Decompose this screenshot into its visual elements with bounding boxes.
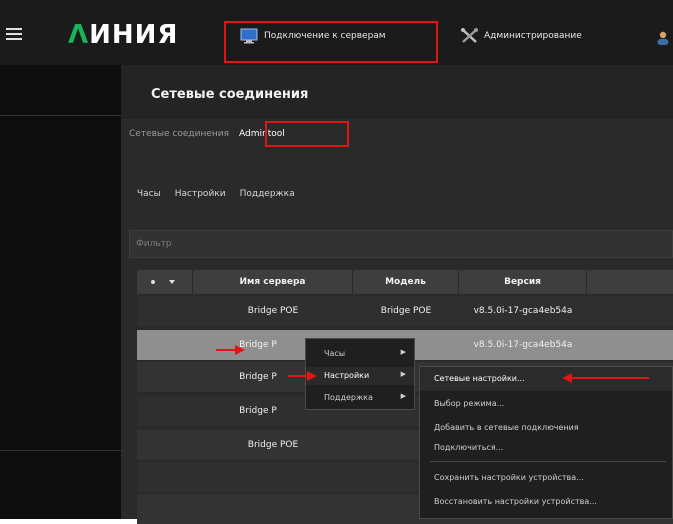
menu-settings[interactable]: Настройки [175, 189, 226, 199]
submenu-item-mode-select[interactable]: Выбор режима... [420, 393, 672, 413]
column-extra [587, 270, 673, 294]
submenu-arrow-icon: ▶ [400, 370, 406, 378]
top-bar: ΛИНИЯ Подключение к серверам Администрир… [0, 0, 673, 65]
tab-administration[interactable]: Администрирование [460, 26, 582, 46]
cell-server-name: Bridge POE [247, 440, 299, 450]
cell-version: v8.5.0i-17-gca4eb54a [473, 306, 573, 316]
cell-server-name: Bridge P [239, 340, 277, 350]
context-item-clock[interactable]: Часы ▶ [306, 345, 414, 363]
column-server-name[interactable]: Имя сервера [193, 270, 353, 294]
column-version[interactable]: Версия [459, 270, 587, 294]
subtab-bar: Сетевые соединения Admintool [129, 129, 285, 139]
user-icon[interactable] [656, 30, 670, 45]
highlight-box-connect [224, 21, 438, 63]
table-header: Имя сервера Модель Версия [137, 270, 673, 294]
menu-support[interactable]: Поддержка [240, 189, 295, 199]
tools-icon [461, 28, 478, 43]
app-logo: ΛИНИЯ [68, 20, 179, 50]
subtab-network-connections[interactable]: Сетевые соединения [129, 129, 229, 139]
column-model[interactable]: Модель [353, 270, 459, 294]
submenu-item-restore-device-settings[interactable]: Восстановить настройки устройства... [420, 491, 672, 511]
cell-server-name: Bridge P [239, 372, 277, 382]
cell-version: v8.5.0i-17-gca4eb54a [473, 340, 573, 350]
filter-input[interactable]: Фильтр [129, 230, 673, 258]
submenu-arrow-icon: ▶ [400, 348, 406, 356]
column-status[interactable] [137, 270, 193, 294]
left-panel [0, 65, 121, 519]
filter-placeholder: Фильтр [136, 239, 172, 249]
submenu-item-add-to-connections[interactable]: Добавить в сетевые подключения [420, 417, 672, 437]
cell-model: Bridge POE [380, 306, 432, 316]
hamburger-menu-icon[interactable] [6, 28, 22, 40]
window-title: Сетевые соединения [151, 87, 309, 102]
submenu-item-network-settings[interactable]: Сетевые настройки... [420, 367, 672, 391]
settings-submenu: Сетевые настройки... Выбор режима... Доб… [419, 366, 673, 519]
context-item-settings[interactable]: Настройки ▶ [306, 367, 414, 385]
sort-icons [150, 280, 175, 284]
submenu-item-save-device-settings[interactable]: Сохранить настройки устройства... [420, 467, 672, 487]
submenu-arrow-icon: ▶ [400, 392, 406, 400]
admintool-menu: Часы Настройки Поддержка [137, 189, 295, 199]
context-menu: Часы ▶ Настройки ▶ Поддержка ▶ [305, 338, 415, 410]
menu-clock[interactable]: Часы [137, 189, 161, 199]
highlight-box-admintool [265, 121, 349, 147]
cell-server-name: Bridge P [239, 406, 277, 416]
table-row[interactable]: Bridge POE Bridge POE v8.5.0i-17-gca4eb5… [137, 296, 673, 326]
cell-server-name: Bridge POE [247, 306, 299, 316]
submenu-item-connect[interactable]: Подключиться... [420, 437, 672, 457]
context-item-support[interactable]: Поддержка ▶ [306, 389, 414, 407]
